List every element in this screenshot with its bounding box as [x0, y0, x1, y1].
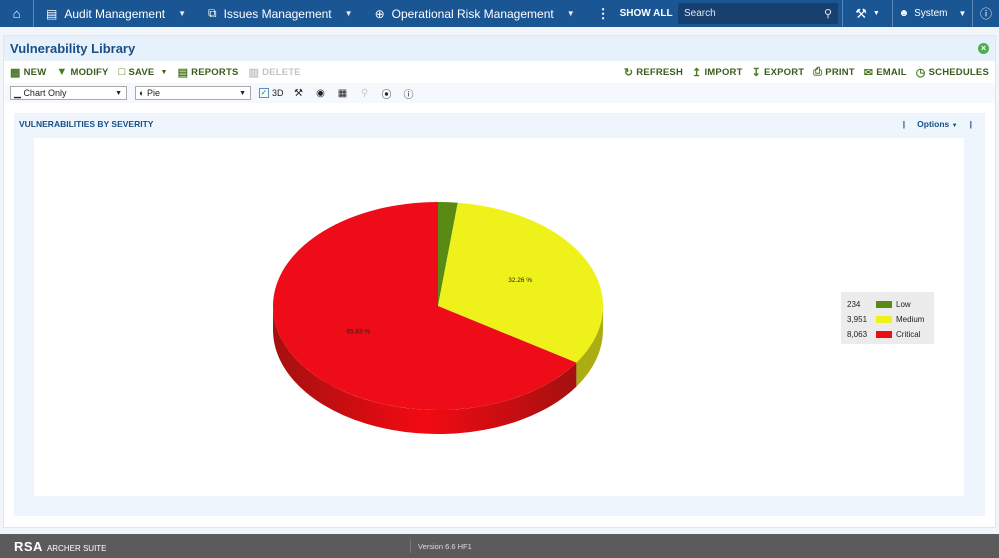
schedules-button[interactable]: ◷ SCHEDULES: [916, 66, 989, 79]
version-label: Version 6.6 HF1: [410, 539, 472, 553]
3d-checkbox[interactable]: ✓ 3D: [259, 88, 284, 98]
search-icon[interactable]: ⚲: [824, 7, 832, 20]
top-nav-bar: ⌂ ▤ Audit Management ▼ ⧉ Issues Manageme…: [0, 0, 999, 27]
rsa-archer-logo: RSA ARCHER SUITE: [14, 538, 107, 554]
chart-only-icon: ▁: [14, 87, 21, 98]
help-button[interactable]: ⓘ: [972, 0, 999, 27]
tools-icon: ⚒: [855, 5, 867, 21]
search-input[interactable]: Search ⚲: [678, 3, 838, 24]
divider: |: [969, 119, 972, 129]
chart-data-icon[interactable]: ▦: [336, 88, 350, 99]
chart-panel: VULNERABILITIES BY SEVERITY | Options ▼ …: [14, 113, 985, 516]
refresh-button[interactable]: ↻ REFRESH: [624, 66, 683, 79]
admin-tools-menu[interactable]: ⚒ ▼: [842, 0, 892, 27]
delete-button[interactable]: ▥ DELETE: [249, 66, 301, 79]
show-all-button[interactable]: ⋮ SHOW ALL: [585, 0, 683, 27]
divider: |: [902, 119, 906, 129]
page-title: Vulnerability Library: [10, 41, 136, 56]
palette-icon[interactable]: ◉: [314, 88, 328, 99]
chevron-down-icon: ▼: [160, 68, 168, 76]
legend-swatch-medium: [876, 316, 892, 323]
legend-swatch-critical: [876, 331, 892, 338]
export-icon: ↧: [751, 66, 762, 79]
pie-chart: 32.26 % 65.83 % 234 Low 3,951 Medium 8,063 Cri…: [273, 202, 934, 434]
legend-label-low[interactable]: Low: [896, 300, 911, 309]
chart-title: VULNERABILITIES BY SEVERITY: [19, 119, 154, 129]
nav-issues-management[interactable]: ⧉ Issues Management ▼: [196, 0, 363, 27]
chevron-down-icon: ▼: [115, 89, 122, 97]
checkbox-checked-icon: ✓: [259, 88, 269, 98]
legend-swatch-low: [876, 301, 892, 308]
chevron-down-icon: ▼: [566, 9, 575, 18]
new-button[interactable]: ▩ NEW: [10, 66, 46, 79]
print-button[interactable]: ⎙ PRINT: [813, 66, 855, 79]
pie-label-medium: 32.26 %: [508, 277, 532, 284]
chart-type-select[interactable]: ◐ Pie ▼: [135, 86, 251, 100]
ticket-icon: ⧉: [208, 6, 217, 20]
chevron-down-icon: ▼: [239, 89, 246, 97]
print-icon: ⎙: [813, 65, 823, 78]
import-button[interactable]: ↥ IMPORT: [692, 66, 743, 79]
panel-header: Vulnerability Library ×: [4, 36, 995, 61]
email-button[interactable]: ✉ EMAIL: [864, 66, 907, 79]
vertical-dots-icon: ⋮: [596, 5, 610, 21]
info-icon[interactable]: ⓘ: [402, 86, 416, 101]
chart-options-bar: ▁ Chart Only ▼ ◐ Pie ▼ ✓ 3D ⚒ ◉ ▦ ⚲ ⦿ ⓘ: [4, 83, 995, 103]
legend-label-medium[interactable]: Medium: [896, 315, 925, 324]
tag-icon[interactable]: ⦿: [380, 86, 394, 101]
new-record-icon: ▩: [10, 66, 21, 79]
chart-legend: 234 Low 3,951 Medium 8,063 Critical: [841, 292, 934, 344]
options-menu[interactable]: Options ▼: [917, 119, 957, 129]
reports-icon: ▤: [177, 66, 189, 79]
nav-operational-risk-management[interactable]: ⊕ Operational Risk Management ▼: [363, 0, 585, 27]
display-mode-select[interactable]: ▁ Chart Only ▼: [10, 86, 127, 100]
zoom-icon[interactable]: ⚲: [358, 88, 372, 99]
nav-audit-management[interactable]: ▤ Audit Management ▼: [34, 0, 196, 27]
chevron-down-icon: ▼: [178, 9, 186, 18]
chevron-down-icon: ▼: [344, 9, 353, 18]
chevron-down-icon: ▼: [951, 123, 958, 129]
reports-button[interactable]: ▤ REPORTS: [178, 66, 239, 79]
home-button[interactable]: ⌂: [0, 0, 34, 27]
filter-icon: ▼: [56, 66, 68, 78]
import-icon: ↥: [692, 66, 702, 79]
clock-icon: ◷: [915, 66, 926, 79]
chart-settings-icon[interactable]: ⚒: [292, 88, 306, 99]
save-button[interactable]: □ SAVE ▼: [119, 66, 168, 78]
refresh-icon: ↻: [623, 66, 634, 79]
home-icon: ⌂: [12, 6, 21, 21]
export-button[interactable]: ↧ EXPORT: [752, 66, 805, 79]
legend-value: 234: [847, 300, 861, 309]
save-icon: □: [118, 66, 126, 78]
crosshair-icon: ⊕: [374, 6, 385, 21]
legend-label-critical[interactable]: Critical: [896, 330, 921, 339]
help-icon: ⓘ: [979, 7, 992, 21]
chart-area: 32.26 % 65.83 % 234 Low 3,951 Medium 8,063 Cri…: [34, 138, 964, 496]
chevron-down-icon: ▼: [872, 10, 880, 17]
chevron-down-icon: ▼: [958, 9, 967, 18]
book-icon: ▤: [46, 6, 58, 21]
legend-value: 8,063: [847, 330, 868, 339]
user-menu[interactable]: ☻ System ▼: [892, 0, 972, 27]
footer: RSA ARCHER SUITE Version 6.6 HF1: [0, 534, 999, 558]
trash-icon: ▥: [248, 66, 260, 79]
legend-value: 3,951: [847, 315, 868, 324]
close-icon[interactable]: ×: [978, 43, 989, 54]
pie-icon: ◐: [139, 88, 145, 98]
pie-label-critical: 65.83 %: [346, 328, 370, 335]
user-icon: ☻: [898, 8, 910, 19]
email-icon: ✉: [863, 66, 874, 79]
modify-button[interactable]: ▼ MODIFY: [56, 66, 108, 78]
record-toolbar: ▩ NEW ▼ MODIFY □ SAVE ▼ ▤ REPORTS ▥ DELETE ↻ RE…: [4, 61, 995, 83]
